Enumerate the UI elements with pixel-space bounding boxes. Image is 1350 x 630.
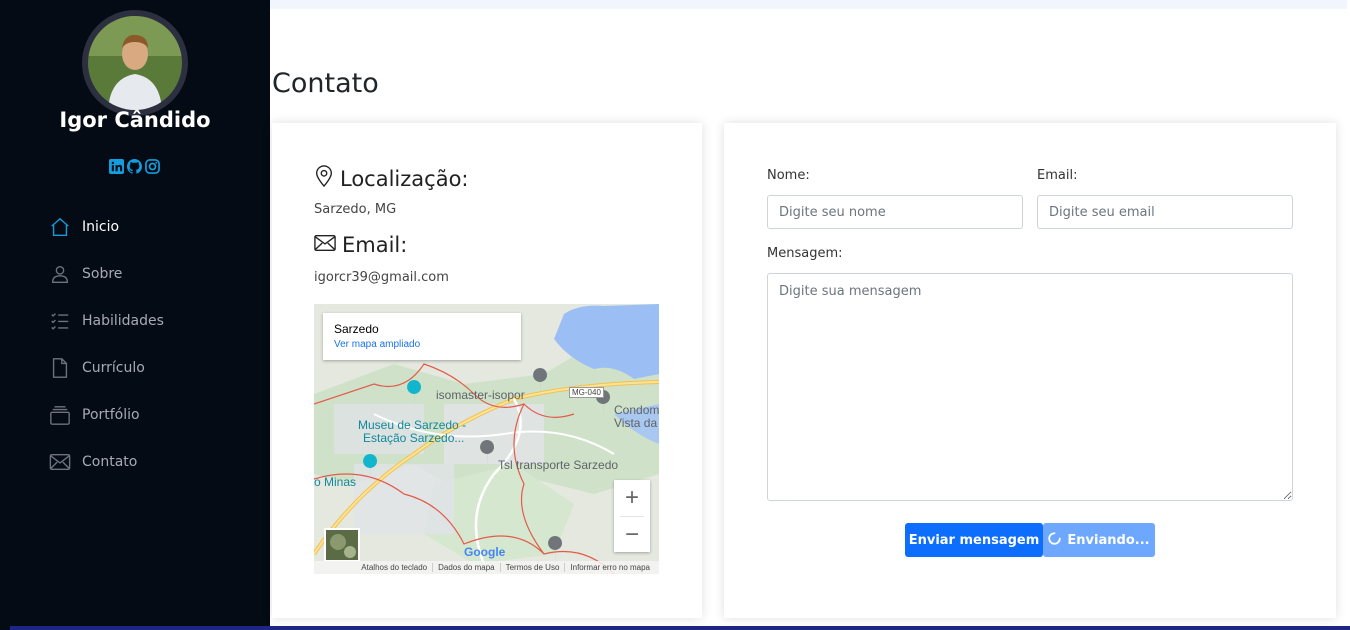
email-value: igorcr39@gmail.com (314, 270, 449, 285)
bottom-bar (10, 626, 1350, 630)
map-label-museu-1: Museu de Sarzedo - (358, 418, 467, 432)
location-title: Localização: (340, 166, 469, 191)
map-label-condom-2: Vista da (614, 416, 658, 430)
nav-item-contato[interactable]: Contato (48, 438, 258, 485)
instagram-icon[interactable] (145, 159, 160, 174)
nav-label: Inicio (82, 218, 120, 235)
map-label-condom-1: Condom (614, 403, 659, 417)
map-label-minas: o Minas (314, 475, 357, 489)
nav-item-sobre[interactable]: Sobre (48, 250, 258, 297)
map-road-label: MG-040 (569, 387, 604, 398)
nav-label: Currículo (82, 359, 145, 376)
nav-label: Contato (82, 453, 138, 470)
envelope-icon (314, 233, 336, 257)
map-footer: Atalhos do teclado Dados do mapa Termos … (314, 561, 659, 574)
email-title: Email: (342, 233, 408, 257)
spinner-icon (1048, 531, 1062, 549)
nav-label: Sobre (82, 265, 123, 282)
map-enlarge-link[interactable]: Ver mapa ampliado (334, 339, 510, 350)
geo-pin-icon (314, 165, 334, 192)
github-icon[interactable] (127, 159, 142, 174)
contact-info-card: Localização: Sarzedo, MG Email: igorcr39… (272, 123, 702, 618)
message-textarea[interactable] (767, 273, 1293, 501)
avatar-photo (88, 16, 182, 110)
map-terms[interactable]: Termos de Uso (499, 563, 565, 572)
map-report-error[interactable]: Informar erro no mapa (564, 563, 655, 572)
name-label: Nome: (767, 168, 810, 183)
sidebar-nav: Inicio Sobre Habilidades Currículo Portf… (48, 203, 258, 485)
email-label: Email: (1037, 168, 1078, 183)
google-logo: Google (464, 545, 506, 559)
envelope-icon (48, 450, 72, 474)
nav-item-portfolio[interactable]: Portfólio (48, 391, 258, 438)
map-place-card: Sarzedo Ver mapa ampliado (323, 313, 521, 360)
email-heading: Email: (314, 233, 407, 257)
sending-button[interactable]: Enviando... (1043, 523, 1155, 557)
message-label: Mensagem: (767, 246, 843, 261)
name-input[interactable] (767, 195, 1023, 229)
list-check-icon (48, 309, 72, 333)
page-title: Contato (272, 68, 379, 99)
sidebar: Igor Cândido Inicio Sobre Habilidades Cu… (0, 0, 270, 630)
sending-button-label: Enviando... (1067, 532, 1150, 548)
location-heading: Localização: (314, 165, 469, 192)
nav-item-habilidades[interactable]: Habilidades (48, 297, 258, 344)
zoom-in-button[interactable]: + (614, 480, 650, 516)
profile-name: Igor Cândido (59, 108, 211, 132)
send-button-label: Enviar mensagem (908, 532, 1040, 548)
zoom-out-button[interactable]: − (614, 517, 650, 552)
map-label-museu-2: Estação Sarzedo... (363, 431, 465, 445)
nav-item-curriculo[interactable]: Currículo (48, 344, 258, 391)
nav-item-inicio[interactable]: Inicio (48, 203, 258, 250)
house-icon (48, 215, 72, 239)
nav-label: Habilidades (82, 312, 164, 329)
send-message-button[interactable]: Enviar mensagem (905, 523, 1043, 557)
file-icon (48, 356, 72, 380)
email-input[interactable] (1037, 195, 1293, 229)
map-label-tsl: Tsl transporte Sarzedo (498, 458, 619, 472)
map-place-name: Sarzedo (334, 322, 379, 336)
map-keyboard-shortcuts[interactable]: Atalhos do teclado (356, 563, 432, 572)
map-label-isomaster: isomaster-isopor (436, 388, 525, 402)
social-links (109, 159, 160, 174)
location-value: Sarzedo, MG (314, 202, 397, 217)
map-zoom-control: + − (614, 480, 650, 552)
top-bar (270, 0, 1347, 9)
person-icon (48, 262, 72, 286)
nav-label: Portfólio (82, 406, 140, 423)
linkedin-icon[interactable] (109, 159, 124, 174)
map-data[interactable]: Dados do mapa (432, 563, 499, 572)
contact-form-card: Nome: Email: Mensagem: Enviar mensagem E… (724, 123, 1336, 618)
collection-icon (48, 403, 72, 427)
map-embed[interactable]: isomaster-isopor MG-040 Museu de Sarzedo… (314, 304, 659, 574)
avatar (82, 10, 188, 116)
